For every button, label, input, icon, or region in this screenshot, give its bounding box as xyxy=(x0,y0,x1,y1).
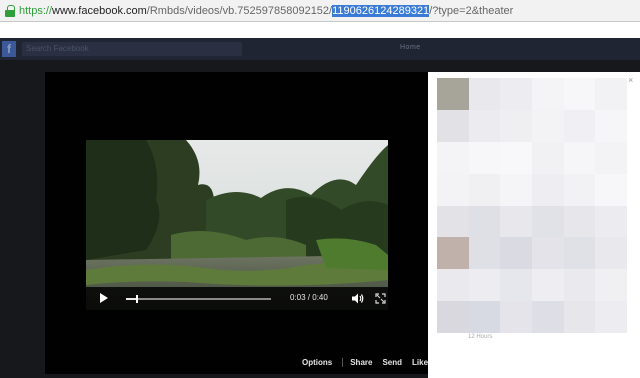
mosaic-block xyxy=(437,173,469,206)
search-input[interactable]: Search Facebook xyxy=(22,42,242,56)
play-icon[interactable] xyxy=(100,293,108,303)
mosaic-block xyxy=(500,141,532,174)
mosaic-block xyxy=(468,237,501,270)
mosaic-block xyxy=(563,301,596,333)
video-frame[interactable] xyxy=(86,140,388,310)
mosaic-block xyxy=(595,173,627,206)
mosaic-block xyxy=(437,237,469,270)
mosaic-block xyxy=(531,205,564,238)
mosaic-block xyxy=(500,301,532,333)
seek-bar[interactable] xyxy=(126,298,271,300)
mosaic-block xyxy=(563,237,596,270)
mosaic-block xyxy=(468,109,501,142)
fullscreen-icon[interactable] xyxy=(375,293,386,304)
mosaic-block xyxy=(468,269,501,302)
mosaic-block xyxy=(437,78,469,110)
mosaic-block xyxy=(468,205,501,238)
mosaic-block xyxy=(500,78,532,110)
mosaic-block xyxy=(468,301,501,333)
mosaic-block xyxy=(500,205,532,238)
video-thumbnail xyxy=(86,140,388,310)
mosaic-block xyxy=(468,141,501,174)
mosaic-block xyxy=(468,173,501,206)
mosaic-block xyxy=(531,269,564,302)
video-controls: 0:03 / 0:40 xyxy=(86,287,388,310)
mosaic-block xyxy=(563,173,596,206)
time-display: 0:03 / 0:40 xyxy=(290,293,328,302)
mosaic-block xyxy=(595,109,627,142)
mosaic-block xyxy=(563,109,596,142)
mosaic-block xyxy=(595,78,627,110)
facebook-logo-icon[interactable]: f xyxy=(2,41,16,57)
mosaic-block xyxy=(500,269,532,302)
address-bar[interactable]: https:// www.facebook.com /Rmbds/videos/… xyxy=(0,0,640,22)
nav-home-link[interactable]: Home xyxy=(400,44,421,51)
mosaic-block xyxy=(468,78,501,110)
like-button[interactable]: Like xyxy=(412,358,428,367)
lock-icon xyxy=(5,4,15,17)
mosaic-block xyxy=(531,109,564,142)
video-actions: Options Share Send Like xyxy=(302,358,438,367)
mosaic-block xyxy=(595,237,627,270)
mosaic-block xyxy=(531,173,564,206)
mosaic-block xyxy=(531,237,564,270)
mosaic-block xyxy=(563,205,596,238)
mosaic-block xyxy=(563,141,596,174)
pixelated-comments xyxy=(437,78,627,333)
mosaic-block xyxy=(437,269,469,302)
facebook-header: f Search Facebook Home xyxy=(0,38,640,60)
url-protocol: https:// xyxy=(19,4,53,17)
url-path: /Rmbds/videos/vb.752597858092152/ xyxy=(146,4,333,17)
divider xyxy=(342,358,344,367)
mosaic-block xyxy=(563,78,596,110)
mosaic-block xyxy=(531,78,564,110)
mosaic-block xyxy=(563,269,596,302)
mosaic-block xyxy=(531,301,564,333)
mosaic-block xyxy=(437,205,469,238)
mosaic-block xyxy=(500,109,532,142)
url-host: www.facebook.com xyxy=(52,4,147,17)
mosaic-block xyxy=(595,141,627,174)
share-button[interactable]: Share xyxy=(350,358,372,367)
url-query: /?type=2&theater xyxy=(429,4,514,17)
bookmarks-bar xyxy=(0,22,640,38)
mosaic-block xyxy=(437,141,469,174)
mosaic-block xyxy=(595,301,627,333)
mosaic-block xyxy=(595,205,627,238)
options-button[interactable]: Options xyxy=(302,358,332,367)
url-selected-text: 1190626124289321 xyxy=(332,4,430,17)
mosaic-block xyxy=(500,173,532,206)
mosaic-block xyxy=(595,269,627,302)
volume-icon[interactable] xyxy=(352,293,364,304)
mosaic-block xyxy=(437,301,469,333)
mosaic-block xyxy=(437,109,469,142)
mosaic-block xyxy=(500,237,532,270)
pixelated-caption: 12 Hours xyxy=(468,334,493,340)
close-icon[interactable]: × xyxy=(628,75,633,85)
mosaic-block xyxy=(531,141,564,174)
send-button[interactable]: Send xyxy=(382,358,402,367)
seek-handle[interactable] xyxy=(135,295,138,303)
